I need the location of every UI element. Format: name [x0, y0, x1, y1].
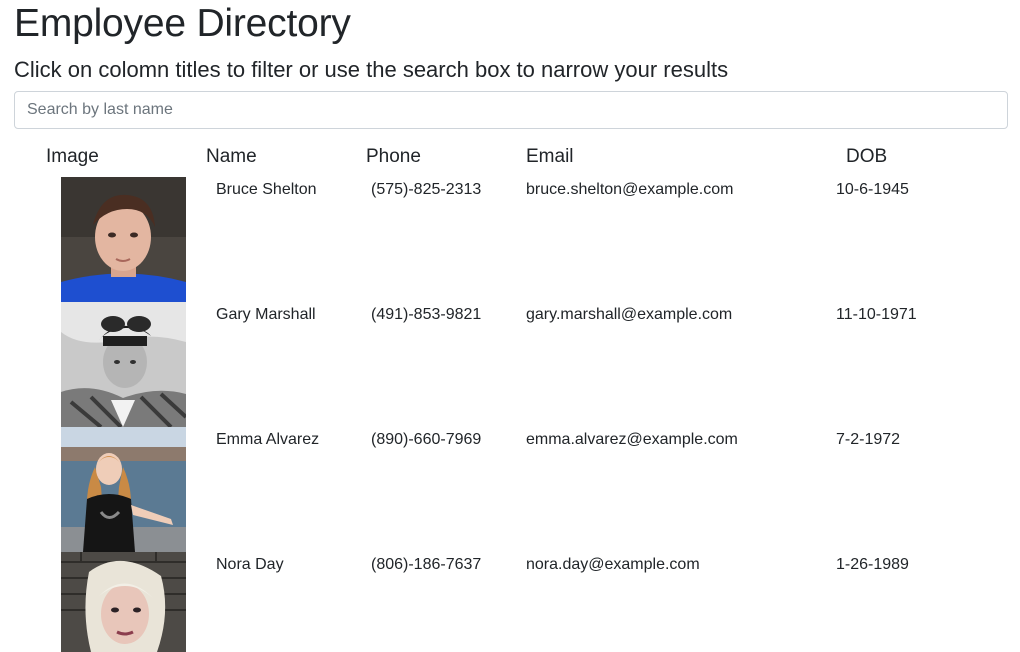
cell-name: Bruce Shelton	[216, 181, 317, 198]
table-row: Bruce Shelton (575)-825-2313 bruce.shelt…	[0, 177, 1020, 302]
cell-email: gary.marshall@example.com	[526, 306, 733, 323]
employee-photo	[61, 302, 186, 427]
employee-photo	[61, 177, 186, 302]
table-row: Nora Day (806)-186-7637 nora.day@example…	[0, 552, 1020, 652]
page-title: Employee Directory	[14, 2, 351, 45]
column-header-email[interactable]: Email	[526, 145, 574, 169]
cell-phone: (575)-825-2313	[371, 181, 482, 198]
cell-dob: 10-6-1945	[836, 181, 909, 198]
cell-dob: 11-10-1971	[836, 306, 917, 323]
cell-email: emma.alvarez@example.com	[526, 431, 738, 448]
cell-phone: (890)-660-7969	[371, 431, 482, 448]
column-header-name[interactable]: Name	[206, 145, 257, 169]
cell-dob: 7-2-1972	[836, 431, 901, 448]
employee-photo	[61, 552, 186, 652]
cell-dob: 1-26-1989	[836, 556, 909, 573]
employee-directory-page: Employee Directory Click on colomn title…	[0, 0, 1020, 652]
cell-name: Gary Marshall	[216, 306, 316, 323]
cell-email: nora.day@example.com	[526, 556, 700, 573]
table-row: Gary Marshall (491)-853-9821 gary.marsha…	[0, 302, 1020, 427]
column-header-image[interactable]: Image	[46, 145, 99, 169]
column-header-phone[interactable]: Phone	[366, 145, 421, 169]
cell-phone: (491)-853-9821	[371, 306, 482, 323]
page-subtitle: Click on colomn titles to filter or use …	[14, 57, 729, 82]
cell-phone: (806)-186-7637	[371, 556, 482, 573]
table-row: Emma Alvarez (890)-660-7969 emma.alvarez…	[0, 427, 1020, 552]
cell-name: Emma Alvarez	[216, 431, 320, 448]
employee-photo	[61, 427, 186, 552]
search-input[interactable]	[14, 91, 1008, 129]
column-header-dob[interactable]: DOB	[846, 145, 887, 169]
cell-email: bruce.shelton@example.com	[526, 181, 734, 198]
cell-name: Nora Day	[216, 556, 284, 573]
